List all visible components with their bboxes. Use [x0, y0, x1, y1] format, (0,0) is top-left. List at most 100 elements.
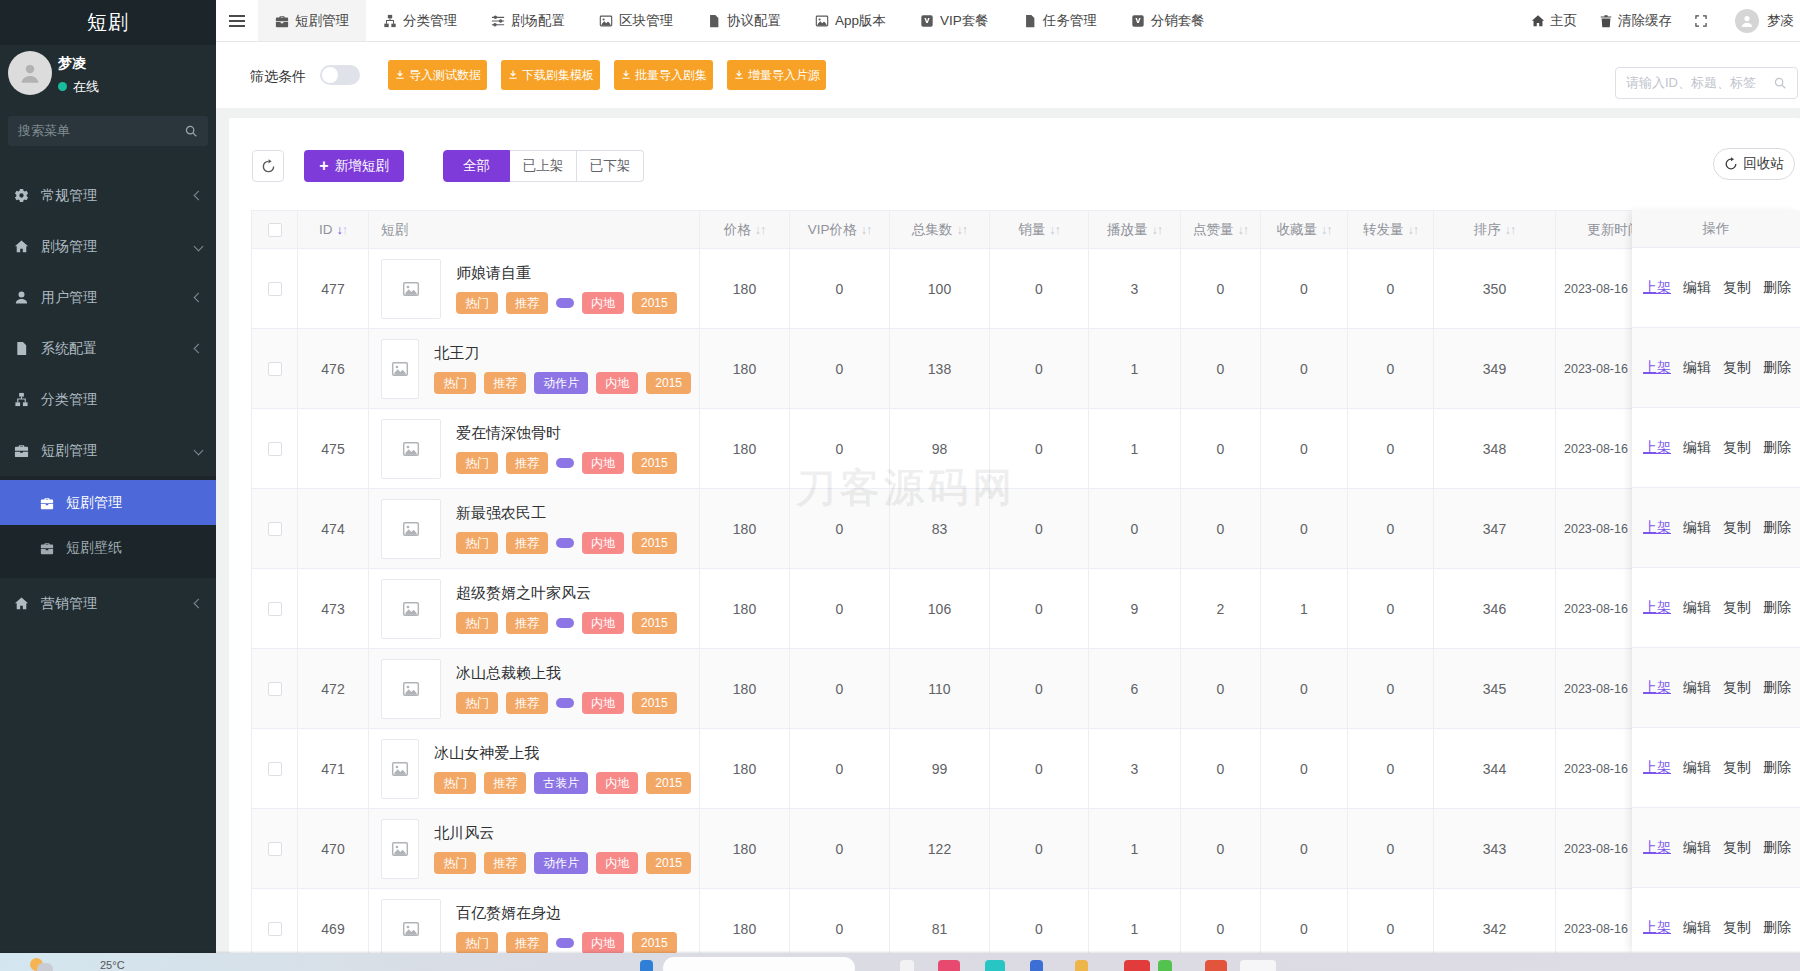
taskbar-app-icon[interactable]	[985, 960, 1005, 971]
taskbar-search[interactable]	[663, 957, 855, 971]
sort-icon[interactable]: ↓↑	[755, 223, 766, 237]
topbar-action-1[interactable]: 清除缓存	[1599, 12, 1672, 30]
op-publish-link[interactable]: 上架	[1643, 439, 1671, 457]
op-edit-link[interactable]: 编辑	[1683, 599, 1711, 617]
sidebar-subitem-1[interactable]: 短剧壁纸	[0, 525, 216, 570]
top-tab-2[interactable]: 剧场配置	[474, 0, 582, 41]
op-publish-link[interactable]: 上架	[1643, 599, 1671, 617]
weather-icon[interactable]	[30, 958, 56, 971]
row-checkbox[interactable]	[268, 362, 282, 376]
select-all-checkbox[interactable]	[268, 223, 282, 237]
op-edit-link[interactable]: 编辑	[1683, 759, 1711, 777]
op-edit-link[interactable]: 编辑	[1683, 279, 1711, 297]
add-drama-button[interactable]: +新增短剧	[304, 150, 404, 182]
op-publish-link[interactable]: 上架	[1643, 519, 1671, 537]
sidebar-item-2[interactable]: 用户管理	[0, 272, 216, 323]
top-tab-3[interactable]: 区块管理	[582, 0, 690, 41]
top-tab-6[interactable]: VIP套餐	[903, 0, 1006, 41]
op-copy-link[interactable]: 复制	[1723, 359, 1751, 377]
op-edit-link[interactable]: 编辑	[1683, 519, 1711, 537]
sidebar-item-4[interactable]: 分类管理	[0, 374, 216, 425]
sidebar-item-6[interactable]: 营销管理	[0, 578, 216, 629]
sort-icon[interactable]: ↓↑	[1321, 223, 1332, 237]
row-checkbox[interactable]	[268, 522, 282, 536]
taskbar-app-icon[interactable]	[1124, 960, 1150, 971]
status-tab-0[interactable]: 全部	[443, 150, 510, 182]
op-edit-link[interactable]: 编辑	[1683, 359, 1711, 377]
sidebar-search-input[interactable]: 搜索菜单	[8, 116, 208, 146]
row-checkbox[interactable]	[268, 842, 282, 856]
fullscreen-button[interactable]	[1694, 14, 1713, 28]
op-publish-link[interactable]: 上架	[1643, 679, 1671, 697]
op-copy-link[interactable]: 复制	[1723, 679, 1751, 697]
op-publish-link[interactable]: 上架	[1643, 359, 1671, 377]
op-copy-link[interactable]: 复制	[1723, 519, 1751, 537]
topbar-avatar[interactable]	[1735, 9, 1759, 33]
top-tab-5[interactable]: App版本	[798, 0, 903, 41]
top-tab-8[interactable]: 分销套餐	[1114, 0, 1222, 41]
taskbar-app-icon[interactable]	[1158, 960, 1172, 971]
sort-icon[interactable]: ↓↑	[1049, 223, 1060, 237]
sort-icon[interactable]: ↓↑	[1152, 223, 1163, 237]
recycle-bin-button[interactable]: 回收站	[1713, 148, 1795, 180]
refresh-button[interactable]	[252, 150, 284, 182]
taskbar-app-icon[interactable]	[1075, 960, 1088, 971]
row-checkbox[interactable]	[268, 442, 282, 456]
op-edit-link[interactable]: 编辑	[1683, 439, 1711, 457]
op-delete-link[interactable]: 删除	[1763, 519, 1791, 537]
sort-icon[interactable]: ↓↑	[337, 223, 348, 237]
op-delete-link[interactable]: 删除	[1763, 279, 1791, 297]
op-publish-link[interactable]: 上架	[1643, 279, 1671, 297]
taskbar-app-icon[interactable]	[938, 960, 960, 971]
sidebar-item-0[interactable]: 常规管理	[0, 170, 216, 221]
op-copy-link[interactable]: 复制	[1723, 599, 1751, 617]
op-delete-link[interactable]: 删除	[1763, 359, 1791, 377]
op-edit-link[interactable]: 编辑	[1683, 679, 1711, 697]
op-copy-link[interactable]: 复制	[1723, 279, 1751, 297]
op-delete-link[interactable]: 删除	[1763, 839, 1791, 857]
op-delete-link[interactable]: 删除	[1763, 759, 1791, 777]
taskbar-app-icon[interactable]	[1205, 960, 1227, 971]
sidebar-subitem-0[interactable]: 短剧管理	[0, 480, 216, 525]
op-copy-link[interactable]: 复制	[1723, 839, 1751, 857]
import-button-3[interactable]: 增量导入片源	[727, 60, 826, 90]
status-tab-2[interactable]: 已下架	[577, 150, 644, 182]
op-publish-link[interactable]: 上架	[1643, 919, 1671, 937]
import-button-1[interactable]: 下载剧集模板	[501, 60, 600, 90]
row-checkbox[interactable]	[268, 922, 282, 936]
op-publish-link[interactable]: 上架	[1643, 759, 1671, 777]
op-edit-link[interactable]: 编辑	[1683, 919, 1711, 937]
sort-icon[interactable]: ↓↑	[1408, 223, 1419, 237]
op-delete-link[interactable]: 删除	[1763, 599, 1791, 617]
sidebar-item-5[interactable]: 短剧管理	[0, 425, 216, 476]
op-copy-link[interactable]: 复制	[1723, 759, 1751, 777]
op-delete-link[interactable]: 删除	[1763, 439, 1791, 457]
taskbar-app-icon[interactable]	[900, 960, 914, 971]
row-checkbox[interactable]	[268, 602, 282, 616]
top-tab-1[interactable]: 分类管理	[366, 0, 474, 41]
top-tab-0[interactable]: 短剧管理	[258, 0, 366, 41]
sort-icon[interactable]: ↓↑	[1238, 223, 1249, 237]
topbar-action-0[interactable]: 主页	[1531, 12, 1577, 30]
taskbar-app-icon[interactable]	[640, 960, 653, 971]
sort-icon[interactable]: ↓↑	[861, 223, 872, 237]
op-publish-link[interactable]: 上架	[1643, 839, 1671, 857]
import-button-0[interactable]: 导入测试数据	[388, 60, 487, 90]
search-input[interactable]: 请输入ID、标题、标签	[1615, 67, 1798, 99]
sort-icon[interactable]: ↓↑	[957, 223, 968, 237]
taskbar-app-icon[interactable]	[1240, 960, 1276, 971]
sidebar-item-3[interactable]: 系统配置	[0, 323, 216, 374]
menu-toggle-icon[interactable]	[216, 0, 258, 41]
top-tab-4[interactable]: 协议配置	[690, 0, 798, 41]
taskbar-app-icon[interactable]	[1030, 960, 1043, 971]
status-tab-1[interactable]: 已上架	[510, 150, 577, 182]
top-tab-7[interactable]: 任务管理	[1006, 0, 1114, 41]
sort-icon[interactable]: ↓↑	[1505, 223, 1516, 237]
op-delete-link[interactable]: 删除	[1763, 919, 1791, 937]
import-button-2[interactable]: 批量导入剧集	[614, 60, 713, 90]
op-copy-link[interactable]: 复制	[1723, 919, 1751, 937]
op-edit-link[interactable]: 编辑	[1683, 839, 1711, 857]
op-copy-link[interactable]: 复制	[1723, 439, 1751, 457]
filter-toggle[interactable]	[320, 65, 360, 85]
row-checkbox[interactable]	[268, 682, 282, 696]
